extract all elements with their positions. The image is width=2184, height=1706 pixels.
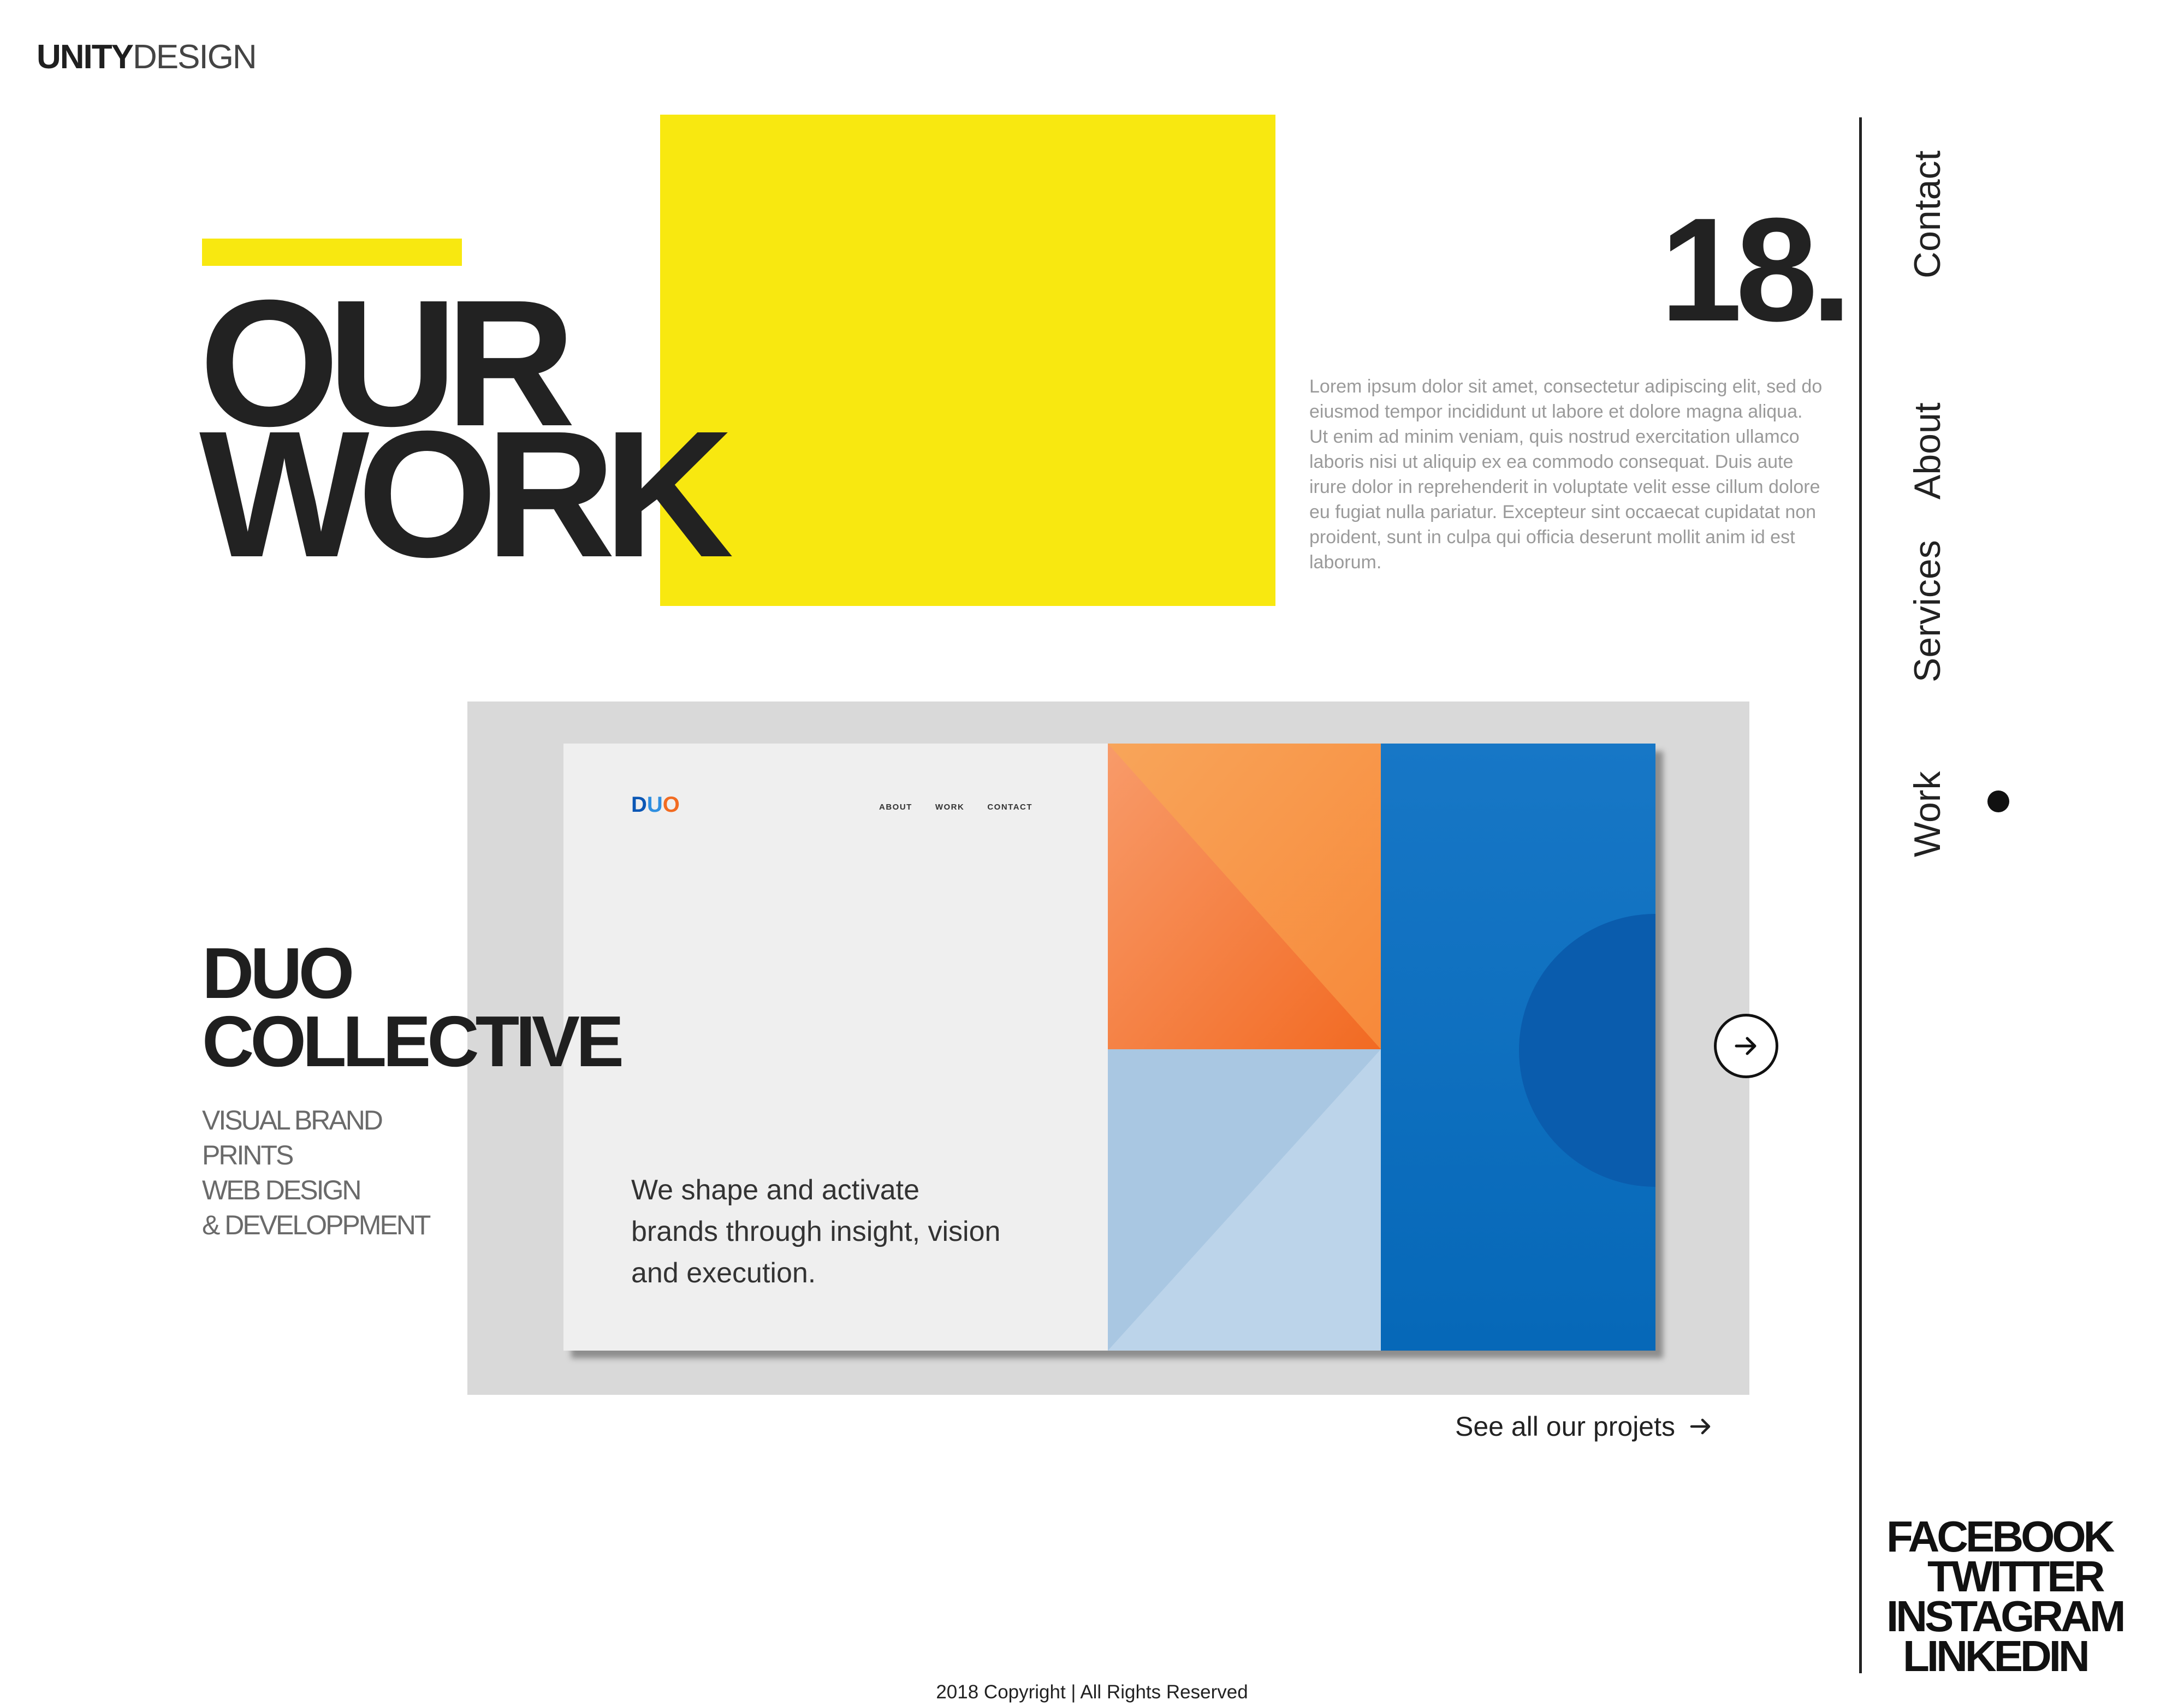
mockup-nav-work: WORK	[935, 803, 965, 812]
social-link-linkedin[interactable]: LINKEDIN	[1886, 1634, 2170, 1678]
intro-text: Lorem ipsum dolor sit amet, consectetur …	[1309, 376, 1823, 573]
mockup-logo-d: D	[631, 793, 647, 817]
project-title: DUO COLLECTIVE	[202, 933, 624, 1081]
see-all-projects-link[interactable]: See all our projets	[1455, 1408, 1713, 1445]
brand-logo-strong: UNITY	[37, 38, 134, 76]
mockup-nav-contact: CONTACT	[987, 803, 1033, 812]
project-tag: PRINTS	[202, 1140, 294, 1170]
brand-logo[interactable]: UNITYDESIGN	[37, 38, 257, 76]
project-tag: & DEVELOPPMENT	[202, 1210, 431, 1240]
social-links: FACEBOOK TWITTER INSTAGRAM LINKEDIN	[1886, 1515, 2170, 1678]
see-all-projects-label: See all our projets	[1455, 1411, 1676, 1442]
project-tags: VISUAL BRAND PRINTS WEB DESIGN & DEVELOP…	[202, 1103, 431, 1243]
nav-divider	[1859, 117, 1862, 1673]
mockup-left-panel: DUO ABOUT WORK CONTACT We shape and acti…	[563, 744, 1108, 1351]
mockup-logo: DUO	[631, 794, 680, 816]
nav-item-label: Contact	[1907, 150, 1948, 278]
page-title: OUR WORK	[199, 273, 734, 595]
project-preview-image[interactable]: DUO ABOUT WORK CONTACT We shape and acti…	[563, 744, 1655, 1351]
footer-copyright: 2018 Copyright | All Rights Reserved	[936, 1681, 1248, 1703]
brand-logo-light: DESIGN	[133, 38, 257, 76]
mockup-geometric-shapes	[1108, 744, 1655, 1351]
nav-item-label: About	[1907, 402, 1948, 500]
social-link-instagram[interactable]: INSTAGRAM	[1886, 1595, 2170, 1638]
mockup-nav-about: ABOUT	[879, 803, 912, 812]
next-project-button[interactable]	[1714, 1014, 1778, 1078]
project-title-line-2: COLLECTIVE	[202, 1001, 624, 1081]
social-link-twitter[interactable]: TWITTER	[1886, 1555, 2170, 1598]
nav-item-about[interactable]: About	[1889, 314, 1966, 500]
page-title-line-2: WORK	[199, 393, 734, 595]
nav-item-services[interactable]: Services	[1889, 497, 1966, 682]
active-nav-indicator	[1987, 790, 2009, 812]
nav-item-contact[interactable]: Contact	[1889, 93, 1966, 278]
accent-block	[660, 115, 1275, 606]
project-title-line-1: DUO	[202, 933, 354, 1013]
arrow-right-icon	[1690, 1418, 1711, 1435]
arrow-right-icon	[1735, 1037, 1756, 1055]
mockup-nav: ABOUT WORK CONTACT	[879, 803, 1032, 812]
nav-item-label: Work	[1907, 771, 1948, 857]
mockup-tagline: We shape and activate brands through ins…	[631, 1174, 1001, 1289]
nav-item-work[interactable]: Work	[1889, 671, 1966, 857]
mockup-logo-o: O	[662, 793, 680, 817]
nav-item-label: Services	[1907, 540, 1948, 682]
project-tag: VISUAL BRAND	[202, 1105, 383, 1136]
section-number: 18.	[1660, 188, 1852, 352]
project-tag: WEB DESIGN	[202, 1175, 361, 1205]
social-link-facebook[interactable]: FACEBOOK	[1886, 1515, 2170, 1559]
mockup-logo-u: U	[646, 793, 663, 817]
